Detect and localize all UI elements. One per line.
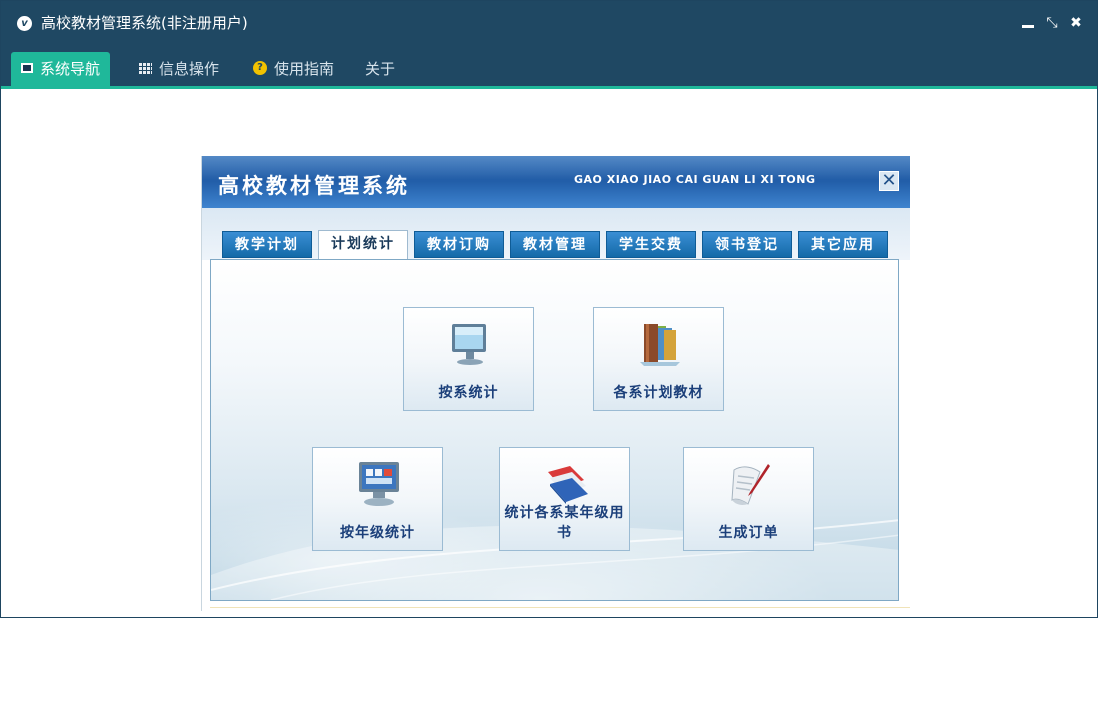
minimize-button[interactable] [1019, 13, 1037, 33]
menu-bar: 系统导航 信息操作 ? 使用指南 关于 [1, 46, 1097, 89]
function-label: 各系计划教材 [613, 385, 704, 401]
function-label: 按系统计 [438, 385, 499, 401]
menu-item-info-ops[interactable]: 信息操作 [129, 52, 229, 86]
panel-title: 高校教材管理系统 [218, 174, 410, 198]
menu-item-label: 系统导航 [40, 60, 101, 78]
tab-textbook-order[interactable]: 教材订购 [414, 231, 504, 258]
panel-footer-divider [210, 607, 910, 608]
tab-teaching-plan[interactable]: 教学计划 [222, 231, 312, 258]
panel-header: 高校教材管理系统 GAO XIAO JIAO CAI GUAN LI XI TO… [202, 156, 910, 208]
scroll-pen-icon [731, 464, 770, 505]
app-logo-icon: v [17, 16, 32, 31]
menu-item-about[interactable]: 关于 [355, 52, 405, 86]
window-controls: ⤡ ✖ [1019, 13, 1085, 33]
menu-item-label: 使用指南 [274, 60, 335, 78]
help-icon: ? [253, 60, 267, 75]
panel-subtitle: GAO XIAO JIAO CAI GUAN LI XI TONG [574, 173, 816, 186]
tab-strip: 教学计划 计划统计 教材订购 教材管理 学生交费 领书登记 其它应用 [202, 208, 910, 260]
function-label: 按年级统计 [340, 525, 415, 541]
panel-close-button[interactable]: ✕ [879, 171, 899, 191]
menu-item-label: 关于 [365, 60, 396, 78]
tab-book-collection[interactable]: 领书登记 [702, 231, 792, 258]
tab-other-apps[interactable]: 其它应用 [798, 231, 888, 258]
restore-button[interactable]: ⤡ [1043, 13, 1061, 33]
dept-planned-textbooks-button[interactable]: 各系计划教材 [593, 307, 724, 411]
by-grade-stats-button[interactable]: 按年级统计 [312, 447, 443, 551]
function-label: 统计各系某年级用书 [504, 505, 625, 541]
computer-chart-icon [359, 462, 399, 506]
menu-item-system-nav[interactable]: 系统导航 [11, 52, 111, 86]
books-icon [640, 324, 680, 366]
tab-plan-stats[interactable]: 计划统计 [318, 230, 408, 260]
title-bar: v 高校教材管理系统(非注册用户) ⤡ ✖ [1, 1, 1097, 46]
function-label: 生成订单 [718, 525, 779, 541]
menu-item-guide[interactable]: ? 使用指南 [243, 52, 344, 86]
monitor-icon [452, 324, 486, 365]
by-department-stats-button[interactable]: 按系统计 [403, 307, 534, 411]
system-panel: 高校教材管理系统 GAO XIAO JIAO CAI GUAN LI XI TO… [201, 156, 910, 611]
app-window: v 高校教材管理系统(非注册用户) ⤡ ✖ 系统导航 信息操作 ? 使用指南 关于… [0, 0, 1098, 618]
window-title: 高校教材管理系统(非注册用户) [41, 14, 248, 32]
grid-icon [139, 61, 152, 74]
monitor-icon [21, 62, 33, 73]
close-button[interactable]: ✖ [1067, 13, 1085, 33]
menu-item-label: 信息操作 [159, 60, 220, 78]
function-area: 按系统计 各系计划教材 按年级统计 统计各系某年级用书 生成订单 [210, 259, 899, 601]
tab-student-fees[interactable]: 学生交费 [606, 231, 696, 258]
tab-textbook-manage[interactable]: 教材管理 [510, 231, 600, 258]
dept-grade-book-stats-button[interactable]: 统计各系某年级用书 [499, 447, 630, 551]
generate-order-button[interactable]: 生成订单 [683, 447, 814, 551]
minimize-icon [1022, 24, 1034, 28]
